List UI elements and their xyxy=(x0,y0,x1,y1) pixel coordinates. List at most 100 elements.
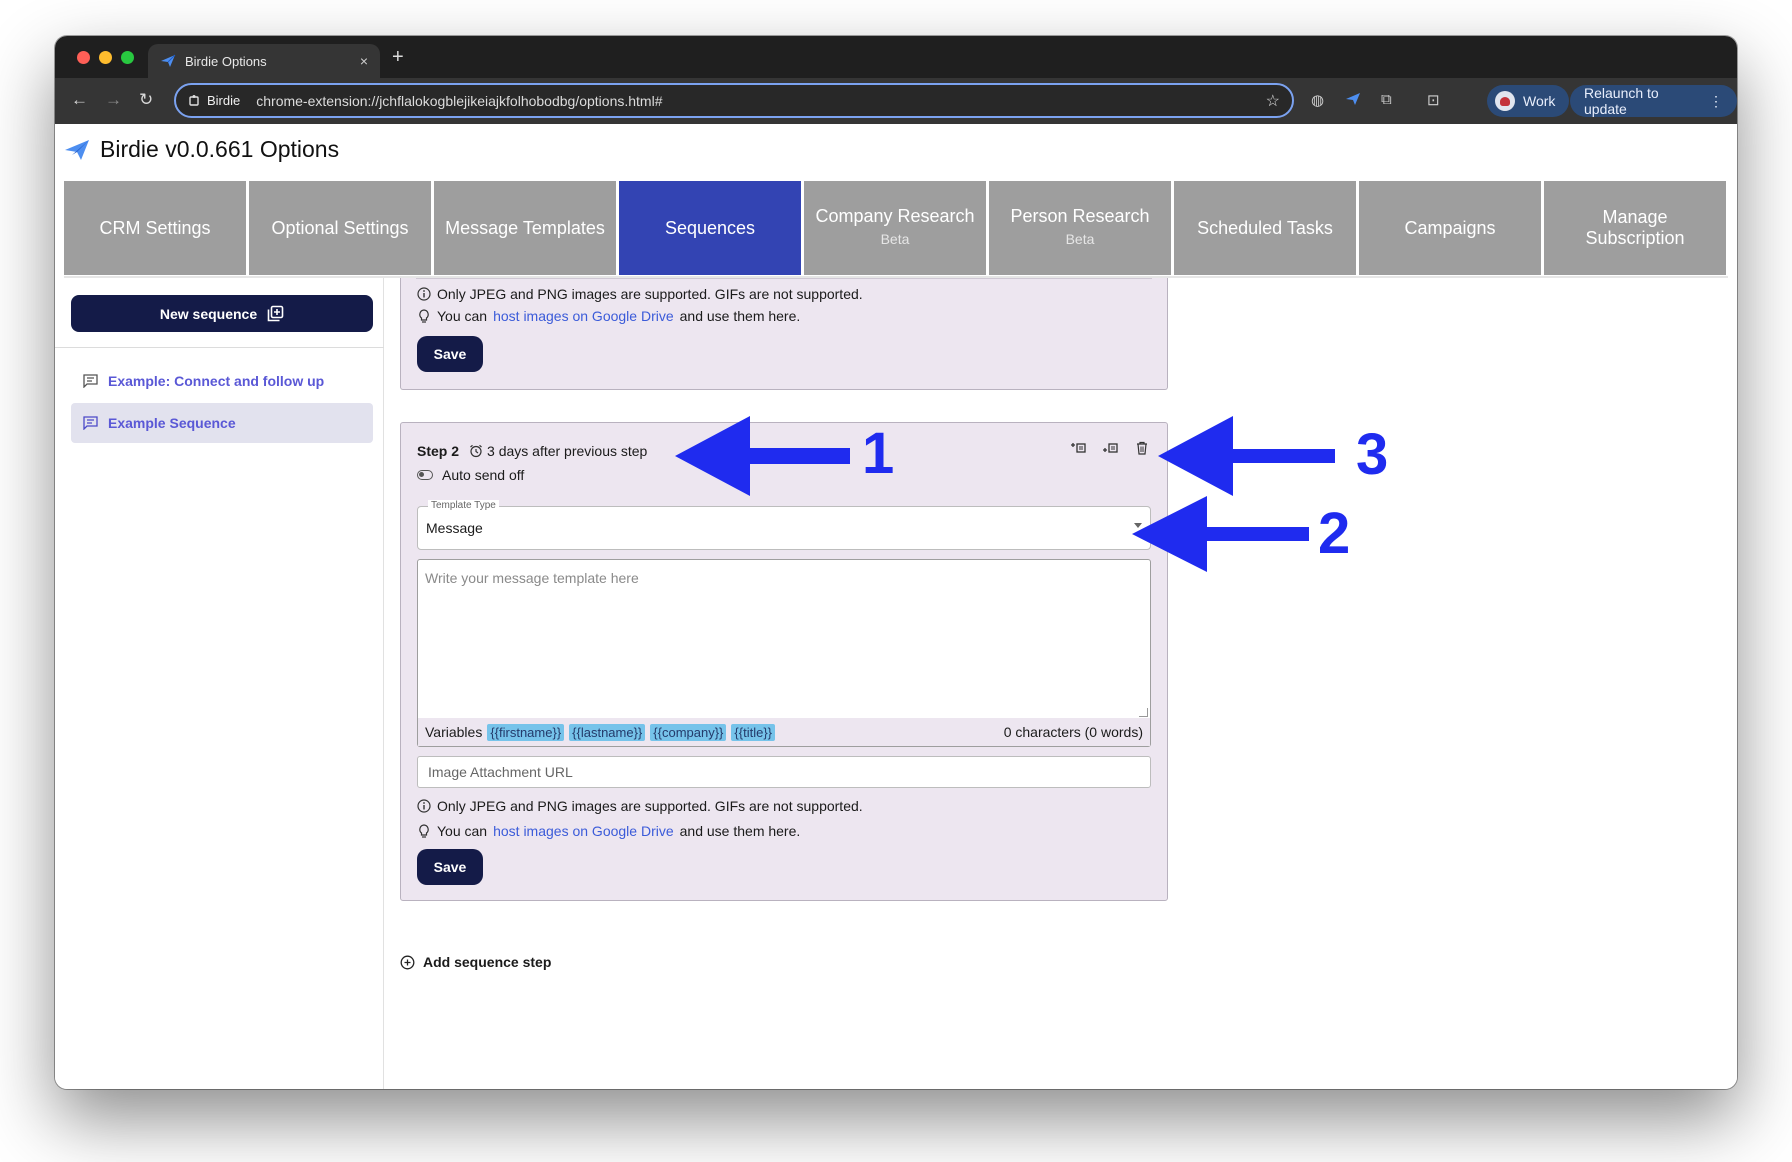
close-tab-icon[interactable]: × xyxy=(360,53,368,69)
variable-title[interactable]: {{title}} xyxy=(731,723,776,741)
add-sequence-step-button[interactable]: Add sequence step xyxy=(400,954,551,970)
google-drive-link[interactable]: host images on Google Drive xyxy=(493,308,674,324)
resize-handle-icon[interactable] xyxy=(1139,708,1148,717)
tab-label: Manage Subscription xyxy=(1585,207,1685,248)
variable-firstname[interactable]: {{firstname}} xyxy=(487,723,565,741)
browser-tab[interactable]: Birdie Options × xyxy=(148,44,380,78)
tab-message-templates[interactable]: Message Templates xyxy=(434,181,616,275)
format-note-text: Only JPEG and PNG images are supported. … xyxy=(437,286,863,302)
extensions-icon[interactable]: ⧉ xyxy=(1381,91,1392,108)
message-template-input[interactable] xyxy=(418,560,1150,720)
lightbulb-icon xyxy=(419,309,429,323)
birdie-logo-icon xyxy=(65,139,89,160)
password-manager-icon[interactable]: ◍ xyxy=(1311,91,1324,109)
site-info-chip[interactable]: Birdie xyxy=(188,93,240,108)
birdie-extension-icon[interactable] xyxy=(1345,91,1361,111)
add-step-label: Add sequence step xyxy=(423,954,552,970)
sequence-step-1: Only JPEG and PNG images are supported. … xyxy=(400,278,1168,390)
browser-tab-title: Birdie Options xyxy=(185,53,267,69)
image-attachment-url-input[interactable] xyxy=(417,756,1151,788)
message-editor: Variables {{firstname}} {{lastname}} {{c… xyxy=(417,559,1151,747)
template-type-select[interactable]: Template Type Message xyxy=(417,500,1151,550)
tab-crm-settings[interactable]: CRM Settings xyxy=(64,181,246,275)
tip-suffix: and use them here. xyxy=(679,823,801,839)
sidebar-item-label: Example Sequence xyxy=(108,415,236,431)
tab-campaigns[interactable]: Campaigns xyxy=(1359,181,1541,275)
info-icon xyxy=(417,799,431,813)
message-icon xyxy=(83,374,98,388)
window-controls xyxy=(77,51,134,64)
minimize-window-button[interactable] xyxy=(99,51,112,64)
tab-label: Company Research xyxy=(815,206,975,226)
tip-prefix: You can xyxy=(437,308,488,324)
toggle-off-icon xyxy=(417,470,433,480)
save-step-1-button[interactable]: Save xyxy=(417,336,483,372)
page-title: Birdie v0.0.661 Options xyxy=(100,136,340,162)
tab-strip: Birdie Options × + xyxy=(55,36,1737,78)
more-menu-icon[interactable]: ⋮ xyxy=(1709,93,1723,110)
variables-label: Variables xyxy=(425,724,483,740)
save-step-2-button[interactable]: Save xyxy=(417,849,483,885)
variables-bar: Variables {{firstname}} {{lastname}} {{c… xyxy=(418,718,1150,746)
extension-puzzle-icon xyxy=(189,95,199,106)
template-type-value: Message xyxy=(426,520,483,536)
tab-sequences[interactable]: Sequences xyxy=(619,181,801,275)
template-type-label: Template Type xyxy=(428,500,499,511)
delete-step-icon[interactable] xyxy=(1133,439,1151,457)
sidebar-divider xyxy=(55,347,384,348)
address-bar[interactable]: Birdie chrome-extension://jchflalokogble… xyxy=(174,83,1294,118)
url-text[interactable]: chrome-extension://jchflalokogblejikeiaj… xyxy=(256,93,1265,109)
close-window-button[interactable] xyxy=(77,51,90,64)
drive-tip: You can host images on Google Drive and … xyxy=(417,308,800,324)
step-timing[interactable]: 3 days after previous step xyxy=(469,443,647,459)
variable-company[interactable]: {{company}} xyxy=(650,723,727,741)
tab-label: Message Templates xyxy=(445,217,605,238)
relaunch-label: Relaunch to update xyxy=(1584,85,1659,117)
tab-label: Scheduled Tasks xyxy=(1197,217,1333,238)
browser-toolbar: ← → ↻ Birdie chrome-extension://jchflalo… xyxy=(55,78,1737,124)
tab-person-research[interactable]: Person Research Beta xyxy=(989,181,1171,275)
new-sequence-label: New sequence xyxy=(159,305,258,322)
image-format-note: Only JPEG and PNG images are supported. … xyxy=(417,286,863,302)
tab-label: Sequences xyxy=(664,217,756,238)
auto-send-toggle[interactable]: Auto send off xyxy=(417,467,524,483)
insert-step-above-icon[interactable] xyxy=(1069,439,1087,457)
tab-scheduled-tasks[interactable]: Scheduled Tasks xyxy=(1174,181,1356,275)
tab-label: Person Research xyxy=(1010,206,1150,226)
sidebar-item-example-sequence[interactable]: Example Sequence xyxy=(71,403,373,443)
new-tab-button[interactable]: + xyxy=(392,46,404,69)
new-sequence-button[interactable]: New sequence xyxy=(71,295,373,332)
sidebar-item-connect-follow-up[interactable]: Example: Connect and follow up xyxy=(71,361,373,401)
tab-beta-badge: Beta xyxy=(880,231,910,247)
back-arrow-icon[interactable]: ← xyxy=(71,90,88,110)
google-drive-link[interactable]: host images on Google Drive xyxy=(493,823,674,839)
tip-prefix: You can xyxy=(437,823,488,839)
options-page: Birdie v0.0.661 Options CRM Settings Opti… xyxy=(55,124,1737,1089)
tab-label: CRM Settings xyxy=(99,217,211,238)
format-note-text: Only JPEG and PNG images are supported. … xyxy=(437,798,863,814)
profile-avatar xyxy=(1495,91,1515,111)
alarm-clock-icon xyxy=(470,444,482,458)
relaunch-button[interactable]: Relaunch to update ⋮ xyxy=(1570,85,1737,117)
step-header: Step 2 3 days after previous step xyxy=(417,443,647,459)
annotation-number-2: 2 xyxy=(1318,501,1351,566)
app-header: Birdie v0.0.661 Options xyxy=(64,136,339,163)
step-divider xyxy=(416,278,1152,279)
info-icon xyxy=(417,287,431,301)
profile-button[interactable]: Work xyxy=(1487,85,1570,117)
image-format-note: Only JPEG and PNG images are supported. … xyxy=(417,798,863,814)
tab-search-icon[interactable]: ⊡ xyxy=(1427,91,1440,109)
variable-lastname[interactable]: {{lastname}} xyxy=(569,723,646,741)
tab-optional-settings[interactable]: Optional Settings xyxy=(249,181,431,275)
character-count: 0 characters (0 words) xyxy=(1003,724,1143,740)
maximize-window-button[interactable] xyxy=(121,51,134,64)
insert-step-below-icon[interactable] xyxy=(1101,439,1119,457)
tab-manage-subscription[interactable]: Manage Subscription xyxy=(1544,181,1726,275)
forward-arrow-icon[interactable]: → xyxy=(105,90,122,110)
step-actions xyxy=(1069,439,1151,457)
reload-icon[interactable]: ↻ xyxy=(139,90,153,110)
tab-company-research[interactable]: Company Research Beta xyxy=(804,181,986,275)
step-timing-text: 3 days after previous step xyxy=(487,443,648,459)
bookmark-star-icon[interactable]: ☆ xyxy=(1266,91,1280,111)
site-chip-label: Birdie xyxy=(207,93,241,108)
